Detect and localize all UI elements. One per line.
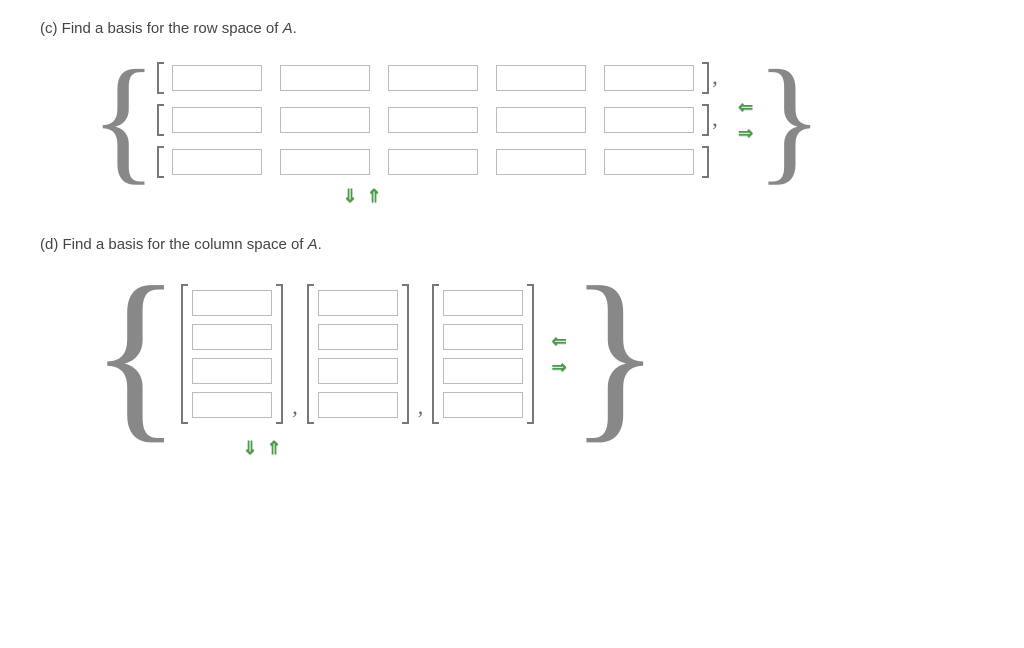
matrix-cell[interactable] [172, 149, 262, 175]
row-vector [157, 146, 721, 178]
row-resize-arrows-c: ⇓ ⇑ [340, 186, 984, 206]
bracket-left [181, 284, 188, 424]
vector-separator: , [712, 106, 718, 136]
bracket-left [432, 284, 439, 424]
brace-right-c: } [756, 64, 823, 176]
bracket-left [157, 146, 164, 178]
matrix-cell[interactable] [280, 149, 370, 175]
matrix-cell[interactable] [172, 107, 262, 133]
matrix-cell[interactable] [496, 107, 586, 133]
bracket-right [527, 284, 534, 424]
matrix-cell[interactable] [388, 149, 478, 175]
bracket-right [702, 62, 709, 94]
answer-area-c: { , [90, 62, 984, 178]
matrix-cell[interactable] [604, 107, 694, 133]
add-column-button[interactable]: ⇒ [549, 357, 569, 377]
part-label-d: (d) [40, 236, 58, 253]
prompt-d: (d) Find a basis for the column space of… [40, 236, 984, 253]
column-vector-set-d: , , [181, 284, 534, 424]
matrix-cell[interactable] [443, 358, 523, 384]
col-resize-arrows-c: ⇐ ⇒ [736, 97, 756, 143]
add-column-button[interactable]: ⇒ [736, 123, 756, 143]
remove-row-button[interactable]: ⇑ [364, 186, 384, 206]
matrix-cell[interactable] [192, 392, 272, 418]
vector-separator: , [418, 394, 424, 424]
remove-row-button[interactable]: ⇑ [264, 438, 284, 458]
matrix-cell[interactable] [192, 324, 272, 350]
bracket-right [702, 146, 709, 178]
vector-separator: , [292, 394, 298, 424]
matrix-cell[interactable] [443, 290, 523, 316]
matrix-cell[interactable] [604, 65, 694, 91]
matrix-cell[interactable] [604, 149, 694, 175]
bracket-right [276, 284, 283, 424]
remove-column-button[interactable]: ⇐ [549, 331, 569, 351]
bracket-left [307, 284, 314, 424]
add-row-button[interactable]: ⇓ [340, 186, 360, 206]
add-row-button[interactable]: ⇓ [240, 438, 260, 458]
brace-left-d: { [90, 278, 181, 430]
matrix-cell[interactable] [443, 324, 523, 350]
prompt-c: (c) Find a basis for the row space of A. [40, 20, 984, 37]
matrix-cell[interactable] [280, 107, 370, 133]
bracket-left [157, 104, 164, 136]
matrix-var-c: A [283, 20, 293, 37]
column-vector [181, 284, 283, 424]
part-label-c: (c) [40, 20, 58, 37]
prompt-post-c: . [293, 20, 297, 37]
matrix-cell[interactable] [496, 65, 586, 91]
row-vector-set-c: , , [157, 62, 721, 178]
problem-d: (d) Find a basis for the column space of… [40, 236, 984, 458]
bracket-right [402, 284, 409, 424]
matrix-var-d: A [308, 236, 318, 253]
matrix-cell[interactable] [318, 358, 398, 384]
brace-left-c: { [90, 64, 157, 176]
prompt-post-d: . [318, 236, 322, 253]
matrix-cell[interactable] [496, 149, 586, 175]
column-vector [307, 284, 409, 424]
matrix-cell[interactable] [388, 65, 478, 91]
matrix-cell[interactable] [318, 392, 398, 418]
bracket-right [702, 104, 709, 136]
prompt-text-c: Find a basis for the row space of [62, 20, 283, 37]
matrix-cell[interactable] [192, 358, 272, 384]
remove-column-button[interactable]: ⇐ [736, 97, 756, 117]
brace-right-d: } [569, 278, 660, 430]
matrix-cell[interactable] [172, 65, 262, 91]
column-vector [432, 284, 534, 424]
matrix-cell[interactable] [388, 107, 478, 133]
bracket-left [157, 62, 164, 94]
col-resize-arrows-d: ⇐ ⇒ [549, 331, 569, 377]
matrix-cell[interactable] [318, 324, 398, 350]
row-vector: , [157, 104, 721, 136]
matrix-cell[interactable] [443, 392, 523, 418]
matrix-cell[interactable] [318, 290, 398, 316]
row-vector: , [157, 62, 721, 94]
answer-area-d: { , [90, 278, 984, 430]
problem-c: (c) Find a basis for the row space of A.… [40, 20, 984, 206]
matrix-cell[interactable] [280, 65, 370, 91]
vector-separator: , [712, 64, 718, 94]
matrix-cell[interactable] [192, 290, 272, 316]
